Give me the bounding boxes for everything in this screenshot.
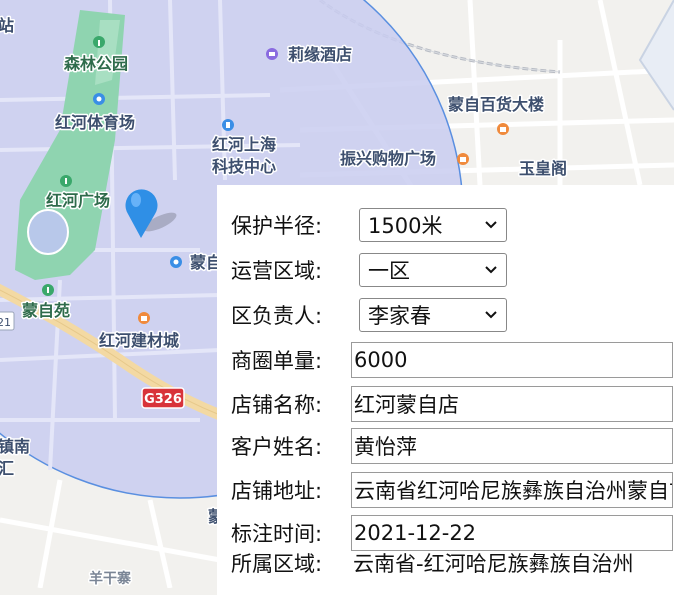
row-region: 运营区域: 一区 — [231, 252, 507, 288]
route-21-shield: 21 — [0, 311, 15, 331]
market-icon — [138, 312, 150, 324]
area-label: 所属区域: — [231, 552, 323, 576]
row-volume: 商圈单量: 6000 — [231, 342, 673, 378]
map-label-liyuan-hotel: 莉缘酒店 — [288, 45, 352, 64]
map-label-honghe-shanghai-2: 科技中心 — [212, 157, 276, 176]
map-label-honghe-square: 红河广场 — [46, 191, 110, 210]
radius-select[interactable]: 1500米 — [359, 208, 507, 242]
map-label-mengzi-dept-store: 蒙自百货大楼 — [448, 95, 544, 114]
row-address: 店铺地址: 云南省红河哈尼族彝族自治州蒙自市 — [231, 472, 673, 508]
chevron-down-icon — [485, 311, 497, 319]
region-label: 运营区域: — [231, 259, 323, 283]
row-manager: 区负责人: 李家春 — [231, 297, 507, 333]
map-label-station: 站 — [0, 16, 14, 35]
map-label-zhenxing-mall: 振兴购物广场 — [340, 149, 436, 168]
map-label-forest-park: 森林公园 — [64, 54, 128, 73]
map-label-honghe-stadium: 红河体育场 — [55, 113, 135, 132]
manager-select-value: 李家春 — [368, 304, 431, 328]
store-name-input[interactable]: 红河蒙自店 — [351, 386, 673, 422]
volume-input[interactable]: 6000 — [351, 342, 673, 378]
region-select[interactable]: 一区 — [359, 253, 507, 287]
square-icon — [60, 175, 72, 187]
area-value: 云南省-红河哈尼族彝族自治州 — [353, 552, 634, 576]
svg-text:G326: G326 — [144, 392, 182, 407]
route-g326-shield: G326 — [141, 387, 185, 409]
customer-label: 客户姓名: — [231, 435, 323, 459]
mark-time-label: 标注时间: — [231, 522, 323, 546]
region-select-value: 一区 — [368, 259, 410, 283]
row-area: 所属区域: 云南省-红河哈尼族彝族自治州 — [231, 545, 674, 581]
park-icon — [93, 36, 105, 48]
svg-text:21: 21 — [0, 316, 11, 329]
stadium-icon — [93, 93, 105, 105]
store-info-panel: 保护半径: 1500米 运营区域: 一区 区负责人: 李家春 商圈单量: 600… — [217, 185, 674, 595]
manager-select[interactable]: 李家春 — [359, 298, 507, 332]
map-label-honghe-building-market: 红河建材城 — [99, 331, 179, 350]
poi-icon — [170, 256, 182, 268]
radius-select-value: 1500米 — [368, 214, 443, 238]
radius-label: 保护半径: — [231, 214, 323, 238]
map-label-zhennan-2: 汇 — [0, 459, 14, 478]
building-icon — [222, 119, 234, 131]
manager-label: 区负责人: — [231, 304, 323, 328]
map-label-yanganzhai: 羊干寨 — [89, 570, 132, 587]
map-label-mengzi-garden: 蒙自苑 — [22, 301, 70, 320]
chevron-down-icon — [485, 221, 497, 229]
garden-icon — [42, 284, 54, 296]
row-store-name: 店铺名称: 红河蒙自店 — [231, 386, 673, 422]
map-label-zhennan-1: 镇南 — [0, 437, 30, 456]
address-label: 店铺地址: — [231, 479, 323, 503]
hotel-icon — [266, 48, 278, 60]
customer-input[interactable]: 黄怡萍 — [351, 428, 673, 464]
address-input[interactable]: 云南省红河哈尼族彝族自治州蒙自市 — [351, 472, 673, 508]
store-name-label: 店铺名称: — [231, 393, 323, 417]
shopping-icon — [497, 123, 509, 135]
volume-label: 商圈单量: — [231, 349, 323, 373]
chevron-down-icon — [485, 266, 497, 274]
shopping-icon-2 — [457, 153, 469, 165]
row-radius: 保护半径: 1500米 — [231, 207, 507, 243]
map-label-honghe-shanghai-1: 红河上海 — [212, 135, 276, 154]
map-label-yuhuang-pavilion: 玉皇阁 — [519, 159, 567, 178]
row-customer: 客户姓名: 黄怡萍 — [231, 428, 673, 464]
